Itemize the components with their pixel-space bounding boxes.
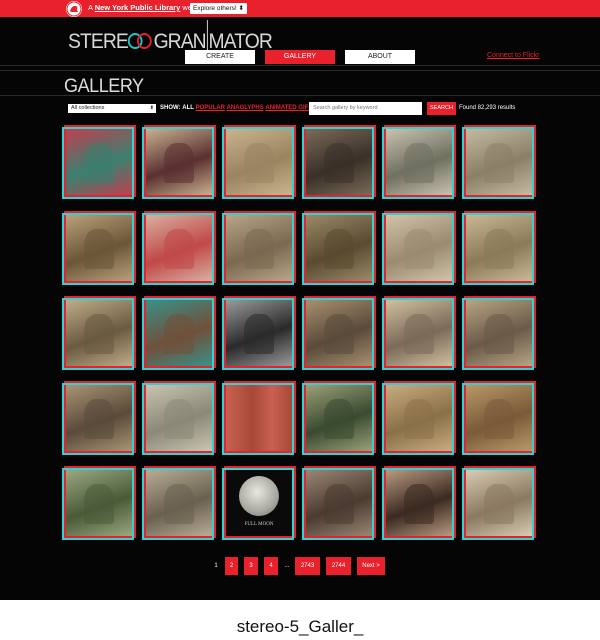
explore-others-dropdown[interactable]: Explore others! ⬍ [190, 3, 247, 14]
page-title: GALLERY [64, 76, 144, 97]
thumbnail-image [386, 385, 452, 451]
nypl-link[interactable]: New York Public Library [95, 3, 181, 12]
filter-popular[interactable]: POPULAR [196, 105, 225, 111]
thumbnail-image [306, 215, 372, 281]
thumbnail-image [146, 215, 212, 281]
divider [0, 70, 600, 71]
gallery-thumbnail-covered-bridge-anaglyph[interactable] [142, 125, 216, 199]
nypl-lion-logo-icon[interactable] [66, 1, 82, 17]
page-2-link[interactable]: 2 [225, 557, 238, 575]
thumbnail-image [466, 129, 532, 195]
connect-to-flickr-link[interactable]: Connect to Flickr [487, 52, 540, 59]
thumbnail-image [66, 215, 132, 281]
thumbnail-image [306, 129, 372, 195]
stereogranimator-logo[interactable]: STERE GRAN MATOR [68, 20, 273, 60]
thumbnail-image [306, 300, 372, 366]
thumbnail-image [306, 385, 372, 451]
search-button[interactable]: SEARCH [427, 102, 456, 115]
filter-all[interactable]: ALL [182, 105, 194, 111]
logo-circles-icon [127, 32, 154, 50]
thumbnail-image [66, 470, 132, 536]
nav-create[interactable]: CREATE [185, 50, 255, 64]
gallery-thumbnail-interior-room[interactable] [302, 466, 376, 540]
gallery-thumbnail-cart-scene[interactable] [462, 211, 536, 285]
gallery-thumbnail-forest-anaglyph[interactable] [62, 125, 136, 199]
filter-anaglyphs[interactable]: ANAGLYPHS [227, 105, 264, 111]
thumbnail-image: FULL MOON [226, 470, 292, 536]
thumbnail-image [306, 470, 372, 536]
thumbnail-image [146, 129, 212, 195]
gallery-thumbnail-old-houses[interactable] [222, 211, 296, 285]
pagination: 1 2 3 4 ... 2743 2744 Next > [0, 557, 600, 575]
logo-text-left: STERE [68, 30, 129, 53]
pagination-ellipsis: ... [284, 563, 290, 569]
thumbnail-image [466, 300, 532, 366]
page-2743-link[interactable]: 2743 [295, 557, 320, 575]
gallery-thumbnail-tropical-garden[interactable] [302, 381, 376, 455]
nav-gallery[interactable]: GALLERY [265, 50, 335, 64]
thumbnail-image [386, 129, 452, 195]
collections-value: All collections [71, 105, 105, 111]
gallery-thumbnail-palm-trees[interactable] [62, 211, 136, 285]
gallery-thumbnail-carriage-group[interactable] [302, 296, 376, 370]
gallery-thumbnail-waterfall[interactable] [62, 466, 136, 540]
gallery-thumbnail-red-wall-view[interactable] [222, 381, 296, 455]
next-page-button[interactable]: Next > [357, 557, 385, 575]
gallery-thumbnail-capitol-building[interactable] [382, 296, 456, 370]
gallery-thumbnail-soldiers-standing[interactable] [62, 381, 136, 455]
gallery-thumbnail-woman-portrait[interactable] [382, 466, 456, 540]
thumbnail-image [466, 215, 532, 281]
thumbnail-image [386, 300, 452, 366]
collections-select[interactable]: All collections ⬍ [68, 104, 156, 113]
thumbnail-image [146, 300, 212, 366]
show-filter-row: SHOW: ALL POPULAR ANAGLYPHS ANIMATED GIF… [160, 104, 323, 113]
thumbnail-image [66, 300, 132, 366]
moon-caption: FULL MOON [244, 522, 274, 527]
page-4-link[interactable]: 4 [264, 557, 278, 575]
thumbnail-image [146, 470, 212, 536]
gallery-thumbnail-rubble-field[interactable] [222, 296, 296, 370]
gallery-thumbnail-street-view[interactable] [222, 125, 296, 199]
thumbnail-image [226, 129, 292, 195]
gallery-thumbnail-full-moon[interactable]: FULL MOON [222, 466, 296, 540]
gallery-thumbnail-soldier-portrait[interactable] [302, 125, 376, 199]
results-count: Found 82,293 results [459, 105, 516, 111]
gallery-thumbnail-city-street[interactable] [142, 466, 216, 540]
nypl-bar: A New York Public Library website Explor… [0, 0, 600, 17]
gallery-thumbnail-ship-anaglyph[interactable] [142, 211, 216, 285]
page-3-link[interactable]: 3 [244, 557, 258, 575]
thumbnail-image [226, 385, 292, 451]
gallery-thumbnail-riverside-group[interactable] [382, 381, 456, 455]
thumbnail-image [66, 129, 132, 195]
page-1-current: 1 [214, 563, 218, 569]
nav-about[interactable]: ABOUT [345, 50, 415, 64]
image-caption: stereo-5_Galler_ [236, 617, 364, 636]
filter-animated-gifs[interactable]: ANIMATED GIFS [265, 105, 312, 111]
thumbnail-image [466, 385, 532, 451]
gallery-thumbnail-workers-camp[interactable] [62, 296, 136, 370]
page-2744-link[interactable]: 2744 [326, 557, 351, 575]
gallery-thumbnail-bedroom-interior[interactable] [462, 466, 536, 540]
search-input[interactable] [309, 102, 422, 115]
nypl-prefix: A [88, 3, 93, 12]
gallery-thumbnail-city-panorama[interactable] [142, 381, 216, 455]
show-label: SHOW: [160, 105, 181, 111]
gallery-thumbnail-ships-mast[interactable] [382, 211, 456, 285]
page: A New York Public Library website Explor… [0, 0, 600, 600]
chevron-down-icon: ⬍ [149, 105, 154, 111]
thumbnail-image [466, 470, 532, 536]
gallery-thumbnail-garden-figures[interactable] [462, 381, 536, 455]
gallery-thumbnail-mansion-house[interactable] [382, 125, 456, 199]
gallery-thumbnail-bridge-structure[interactable] [142, 296, 216, 370]
thumbnail-image [146, 385, 212, 451]
thumbnail-image [386, 470, 452, 536]
gallery-thumbnail-people-seated[interactable] [462, 296, 536, 370]
divider [0, 65, 600, 66]
thumbnail-image [386, 215, 452, 281]
thumbnail-image [226, 300, 292, 366]
gallery-thumbnail-battlefield[interactable] [302, 211, 376, 285]
thumbnail-image [66, 385, 132, 451]
gallery-thumbnail-coastal-rocks[interactable] [462, 125, 536, 199]
thumbnail-image [226, 215, 292, 281]
